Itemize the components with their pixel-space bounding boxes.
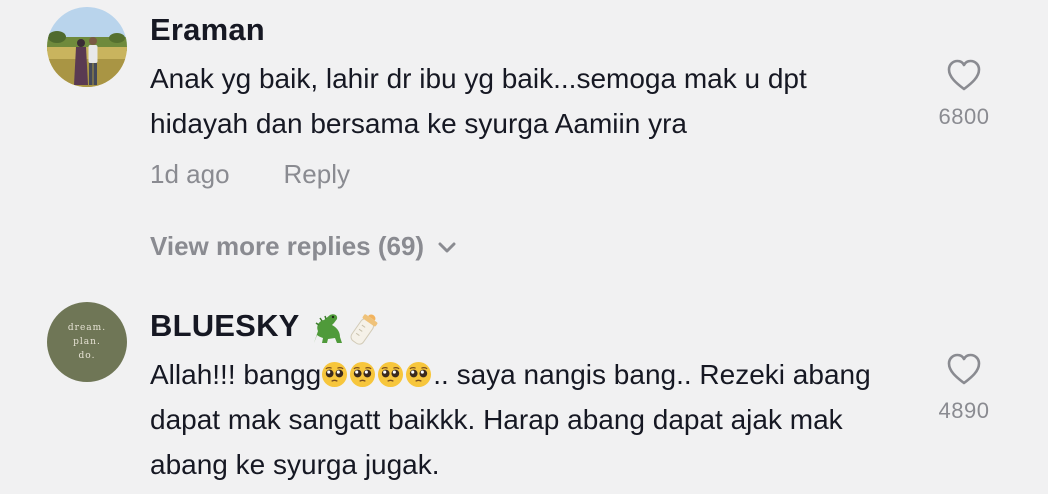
baby-bottle-icon: [350, 314, 377, 345]
avatar[interactable]: [47, 7, 127, 87]
timestamp: 1d ago: [150, 159, 230, 189]
like-count: 6800: [938, 104, 990, 129]
avatar-photo: [47, 7, 127, 87]
username[interactable]: BLUESKY: [150, 308, 384, 347]
heart-icon: [947, 353, 981, 385]
view-more-replies-button[interactable]: View more replies (69): [150, 231, 456, 262]
like-button[interactable]: 4890: [930, 352, 998, 424]
pleading-face-icon: [406, 361, 432, 388]
heart-icon: [947, 59, 981, 91]
view-more-label: View more replies (69): [150, 231, 425, 261]
avatar[interactable]: dream. plan. do.: [47, 302, 127, 382]
comment-meta: 1d ago Reply: [150, 159, 350, 190]
username[interactable]: Eraman: [150, 12, 265, 48]
chevron-down-icon: [438, 242, 456, 253]
pleading-face-icon: [322, 361, 348, 388]
dinosaur-icon: [313, 314, 342, 343]
avatar-text: dream. plan. do.: [67, 323, 107, 361]
like-count: 4890: [938, 398, 990, 423]
pleading-face-icon: [350, 361, 376, 388]
like-button[interactable]: 6800: [930, 58, 998, 130]
reply-button[interactable]: Reply: [284, 159, 350, 189]
username-text: BLUESKY: [150, 308, 300, 343]
pleading-face-icon: [378, 361, 404, 388]
comment-text: Allah!!! bangg.. saya nangis bang.. Reze…: [150, 352, 910, 487]
comment-text-start: Allah!!! bangg: [150, 359, 322, 390]
comments-panel: Eraman Anak yg baik, lahir dr ibu yg bai…: [0, 0, 1048, 494]
username-emoji: [313, 314, 377, 345]
comment-text: Anak yg baik, lahir dr ibu yg baik...sem…: [150, 63, 807, 139]
